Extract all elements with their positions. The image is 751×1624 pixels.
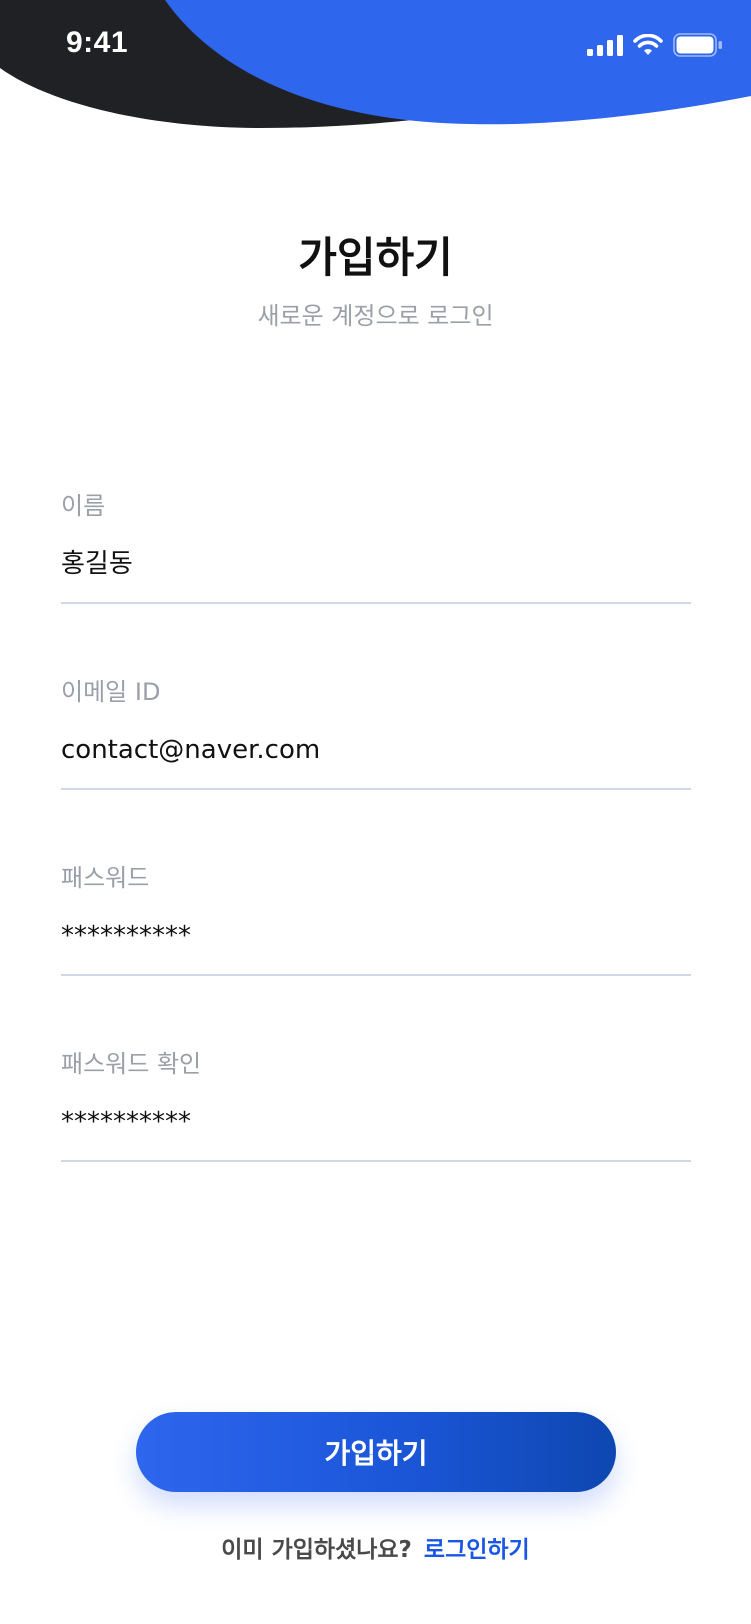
name-field-value[interactable]: 홍길동 (61, 546, 691, 582)
page-subtitle: 새로운 계정으로 로그인 (257, 302, 494, 330)
status-time: 9:41 (66, 26, 129, 59)
signup-screen: 9:41 가입하기 새로운 계정으로 로그인 이름 홍길동 이메일 ID con… (0, 0, 751, 1624)
signup-button-label: 가입하기 (324, 1437, 428, 1470)
login-link[interactable]: 로그인하기 (424, 1537, 530, 1563)
wifi-icon (633, 34, 663, 55)
password-field-label: 패스워드 (61, 864, 150, 892)
login-prompt-question: 이미 가입하셨나요? (221, 1537, 412, 1563)
password-field-value[interactable]: ********** (61, 918, 691, 954)
status-icons (587, 32, 723, 58)
email-field-underline (61, 788, 691, 790)
password-confirm-field-underline (61, 1160, 691, 1162)
password-confirm-field[interactable]: 패스워드 확인 ********** (61, 1048, 691, 1168)
password-confirm-field-label: 패스워드 확인 (61, 1050, 202, 1078)
password-confirm-field-value[interactable]: ********** (61, 1104, 691, 1140)
status-bar: 9:41 (0, 0, 751, 90)
password-field[interactable]: 패스워드 ********** (61, 862, 691, 982)
title-block: 가입하기 새로운 계정으로 로그인 (0, 228, 751, 334)
page-title: 가입하기 (298, 233, 453, 282)
cellular-signal-icon (587, 35, 623, 56)
name-field-underline (61, 602, 691, 604)
email-field-value[interactable]: contact@naver.com (61, 732, 691, 768)
email-field[interactable]: 이메일 ID contact@naver.com (61, 676, 691, 796)
login-prompt: 이미 가입하셨나요? 로그인하기 (0, 1532, 751, 1568)
signup-button[interactable]: 가입하기 (136, 1412, 616, 1492)
email-field-label: 이메일 ID (61, 678, 161, 706)
battery-icon (673, 33, 722, 57)
password-field-underline (61, 974, 691, 976)
name-field-label: 이름 (61, 492, 106, 520)
name-field[interactable]: 이름 홍길동 (61, 490, 691, 610)
